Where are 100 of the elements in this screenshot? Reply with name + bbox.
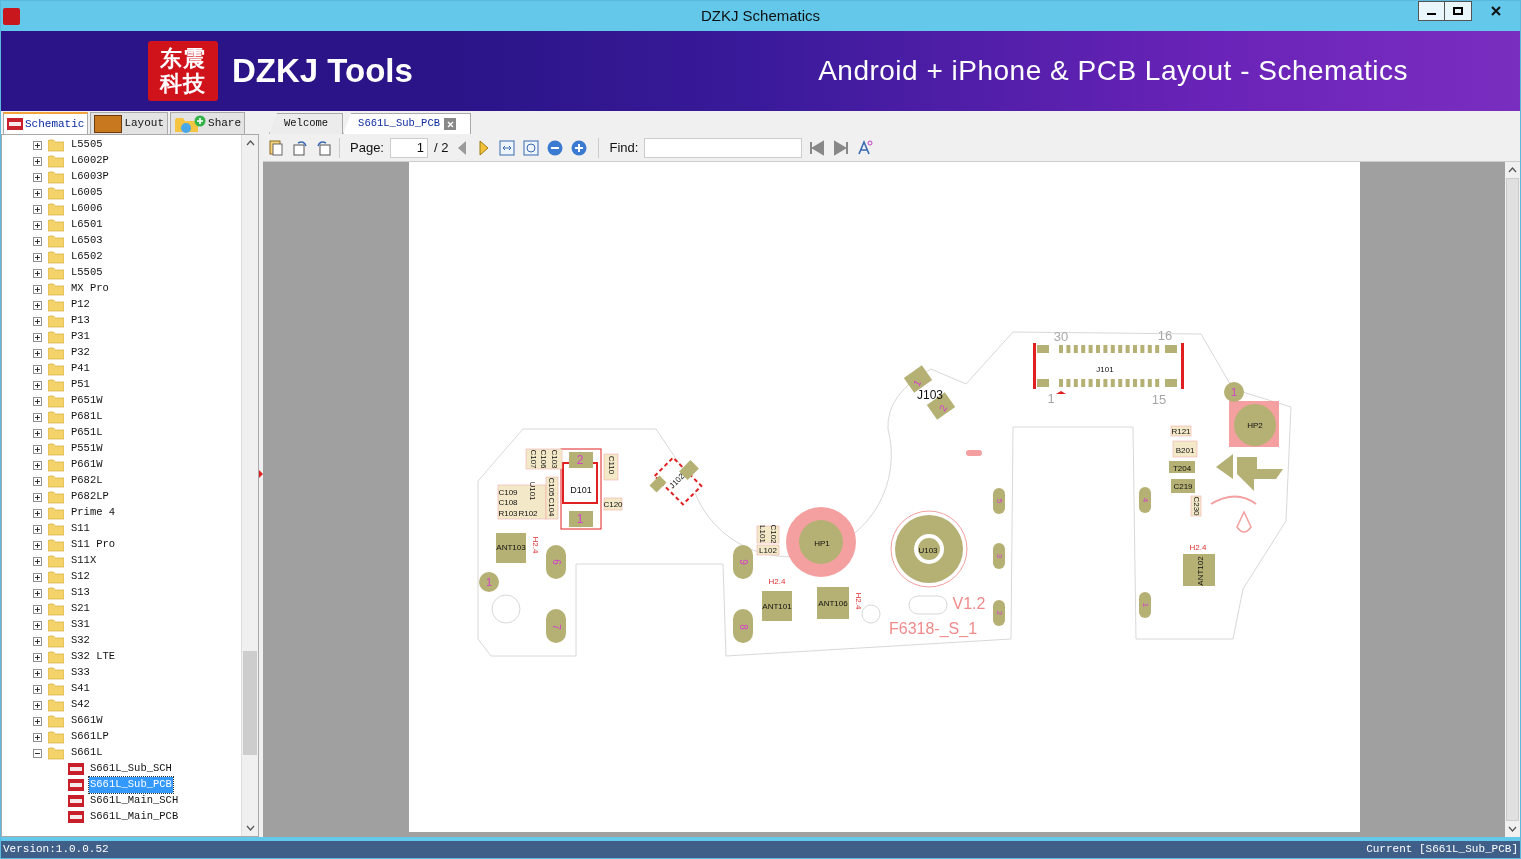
zoom-in-icon[interactable] <box>570 138 589 157</box>
expand-icon[interactable] <box>33 652 42 662</box>
expand-icon[interactable] <box>33 508 42 518</box>
expand-icon[interactable] <box>33 140 42 150</box>
expand-icon[interactable] <box>33 636 42 646</box>
expand-icon[interactable] <box>33 540 42 550</box>
tree-item[interactable]: S33 <box>70 665 91 681</box>
expand-icon[interactable] <box>33 284 42 294</box>
expand-icon[interactable] <box>33 700 42 710</box>
tree-item[interactable]: L6002P <box>70 153 110 169</box>
tree-item[interactable]: L6003P <box>70 169 110 185</box>
tree-item[interactable]: S661LP <box>70 729 110 745</box>
expand-icon[interactable] <box>33 156 42 166</box>
expand-icon[interactable] <box>33 236 42 246</box>
tree-item[interactable]: P32 <box>70 345 91 361</box>
minimize-button[interactable] <box>1418 1 1445 21</box>
tree-item[interactable]: P661W <box>70 457 104 473</box>
tree-item[interactable]: L6501 <box>70 217 104 233</box>
expand-icon[interactable] <box>33 572 42 582</box>
rotate-page-icon[interactable] <box>291 138 309 157</box>
tree-item[interactable]: P551W <box>70 441 104 457</box>
scroll-up-icon[interactable] <box>245 140 255 146</box>
expand-icon[interactable] <box>33 524 42 534</box>
copy-icon[interactable] <box>267 138 285 157</box>
expand-icon[interactable] <box>33 620 42 630</box>
tree-item[interactable]: S21 <box>70 601 91 617</box>
tree-item[interactable]: S11 Pro <box>70 537 117 553</box>
tree-item[interactable]: S661L_Sub_SCH <box>89 761 173 777</box>
expand-icon[interactable] <box>33 556 42 566</box>
document-tab[interactable]: Welcome <box>269 113 344 134</box>
tree-item[interactable]: L6005 <box>70 185 104 201</box>
maximize-button[interactable] <box>1445 1 1472 21</box>
expand-icon[interactable] <box>33 268 42 278</box>
tree-item[interactable]: P681L <box>70 409 104 425</box>
tree-item[interactable]: S32 LTE <box>70 649 117 665</box>
expand-icon[interactable] <box>33 220 42 230</box>
tree-item[interactable]: S31 <box>70 617 91 633</box>
close-icon[interactable] <box>444 118 457 130</box>
tree-item[interactable]: S12 <box>70 569 91 585</box>
tree-item[interactable]: P13 <box>70 313 91 329</box>
tree-item[interactable]: S11 <box>70 521 91 537</box>
tree-item[interactable]: S661W <box>70 713 104 729</box>
collapse-icon[interactable] <box>33 748 42 758</box>
fit-width-icon[interactable] <box>498 138 517 157</box>
tree-item[interactable]: L6503 <box>70 233 104 249</box>
sidebar-tab[interactable]: Layout <box>90 112 169 134</box>
expand-icon[interactable] <box>33 348 42 358</box>
highlight-icon[interactable] <box>856 138 875 157</box>
tree-item[interactable]: MX Pro <box>70 281 110 297</box>
tree-item[interactable]: P41 <box>70 361 91 377</box>
expand-icon[interactable] <box>33 204 42 214</box>
expand-icon[interactable] <box>33 588 42 598</box>
tree-item[interactable]: S661L_Main_SCH <box>89 793 180 809</box>
tree-item[interactable]: P51 <box>70 377 91 393</box>
expand-icon[interactable] <box>33 444 42 454</box>
sidebar-tab[interactable]: Schematic <box>3 112 89 134</box>
find-next-icon[interactable] <box>832 138 851 157</box>
expand-icon[interactable] <box>33 316 42 326</box>
expand-icon[interactable] <box>33 172 42 182</box>
expand-icon[interactable] <box>33 476 42 486</box>
scroll-down-icon[interactable] <box>245 825 255 831</box>
scroll-down-icon[interactable] <box>1508 826 1517 832</box>
expand-icon[interactable] <box>33 380 42 390</box>
tree-item[interactable]: P682L <box>70 473 104 489</box>
expand-icon[interactable] <box>33 332 42 342</box>
tree-item[interactable]: S661L_Main_PCB <box>89 809 180 825</box>
document-tab[interactable]: S661L_Sub_PCB <box>343 113 472 134</box>
expand-icon[interactable] <box>33 188 42 198</box>
tree-item[interactable]: S13 <box>70 585 91 601</box>
expand-icon[interactable] <box>33 252 42 262</box>
expand-icon[interactable] <box>33 668 42 678</box>
scrollbar[interactable] <box>241 135 258 836</box>
zoom-out-icon[interactable] <box>546 138 565 157</box>
tree-item[interactable]: L6502 <box>70 249 104 265</box>
scrollbar-thumb[interactable] <box>1506 178 1519 821</box>
scroll-up-icon[interactable] <box>1508 167 1517 173</box>
expand-icon[interactable] <box>33 460 42 470</box>
sidebar-tab[interactable]: Share <box>170 112 246 134</box>
page-input[interactable]: 1 <box>390 137 428 158</box>
expand-icon[interactable] <box>33 412 42 422</box>
tree-item[interactable]: S42 <box>70 697 91 713</box>
tree-item[interactable]: P682LP <box>70 489 110 505</box>
tree-item[interactable]: P31 <box>70 329 91 345</box>
expand-icon[interactable] <box>33 492 42 502</box>
expand-icon[interactable] <box>33 604 42 614</box>
fit-page-icon[interactable] <box>522 138 541 157</box>
tree-item[interactable]: P12 <box>70 297 91 313</box>
expand-icon[interactable] <box>33 364 42 374</box>
expand-icon[interactable] <box>33 732 42 742</box>
tree-item[interactable]: S661L <box>70 745 104 761</box>
tree-item[interactable]: Prime 4 <box>70 505 117 521</box>
tree-item[interactable]: L5505 <box>70 137 104 153</box>
tree-item[interactable]: S41 <box>70 681 91 697</box>
tree-item[interactable]: P651L <box>70 425 104 441</box>
find-input[interactable] <box>644 137 803 158</box>
tree-item[interactable]: P651W <box>70 393 104 409</box>
expand-icon[interactable] <box>33 428 42 438</box>
tree-item[interactable]: L6006 <box>70 201 104 217</box>
expand-icon[interactable] <box>33 396 42 406</box>
expand-icon[interactable] <box>33 300 42 310</box>
